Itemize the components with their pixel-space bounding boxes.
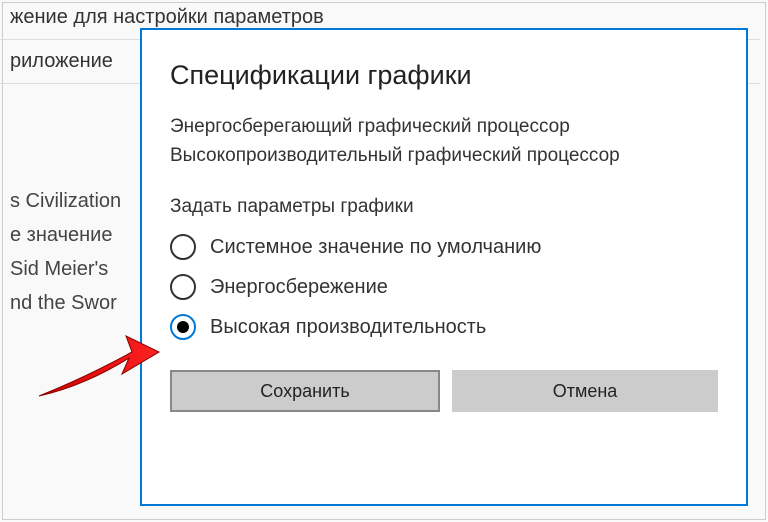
radio-dot-icon bbox=[177, 321, 189, 333]
radio-option-powersave[interactable]: Энергосбережение bbox=[170, 274, 718, 300]
radio-icon-selected bbox=[170, 314, 196, 340]
dialog-buttons: Сохранить Отмена bbox=[170, 370, 718, 412]
radio-icon bbox=[170, 274, 196, 300]
gpu-spec-powersave: Энергосберегающий графический процессор bbox=[170, 113, 718, 142]
radio-label: Системное значение по умолчанию bbox=[210, 236, 541, 259]
dialog-title: Спецификации графики bbox=[170, 60, 718, 91]
gpu-spec-performance: Высокопроизводительный графический проце… bbox=[170, 142, 718, 171]
radio-label: Энергосбережение bbox=[210, 276, 388, 299]
save-button[interactable]: Сохранить bbox=[170, 370, 440, 412]
radio-label: Высокая производительность bbox=[210, 316, 486, 339]
radio-option-default[interactable]: Системное значение по умолчанию bbox=[170, 234, 718, 260]
graphics-spec-dialog: Спецификации графики Энергосберегающий г… bbox=[140, 28, 748, 506]
cancel-button[interactable]: Отмена bbox=[452, 370, 718, 412]
save-button-label: Сохранить bbox=[260, 381, 349, 402]
radio-option-performance[interactable]: Высокая производительность bbox=[170, 314, 718, 340]
radio-icon bbox=[170, 234, 196, 260]
options-heading: Задать параметры графики bbox=[170, 196, 718, 218]
cancel-button-label: Отмена bbox=[553, 381, 618, 402]
